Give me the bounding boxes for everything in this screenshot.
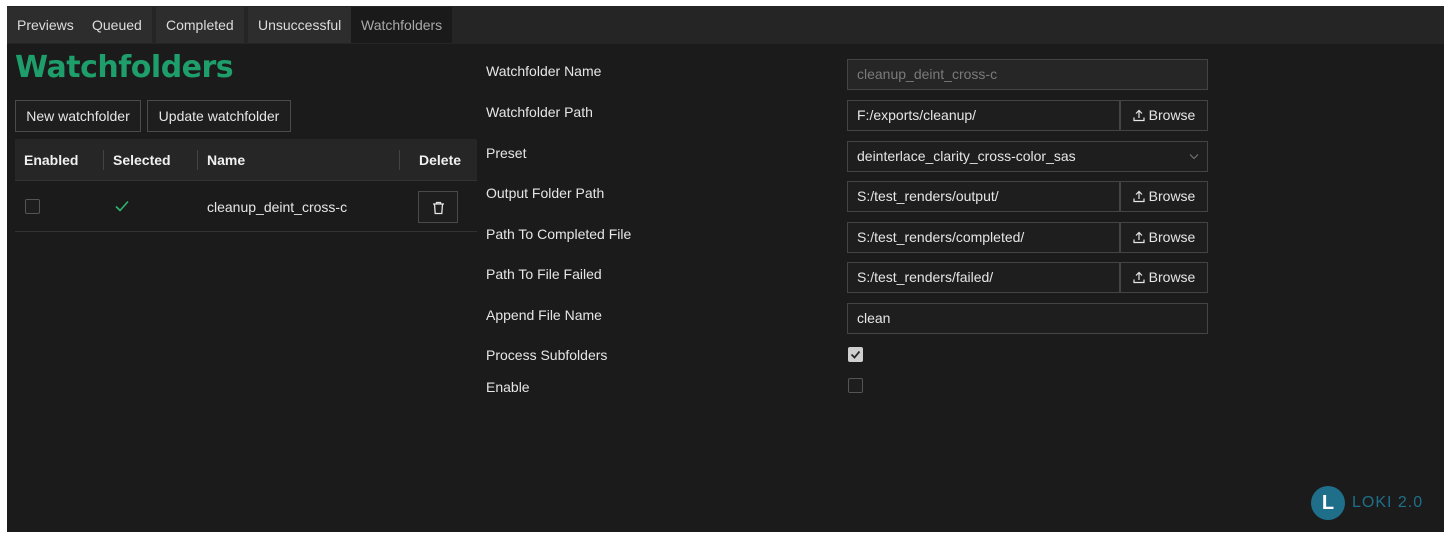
tab-bar: Previews Queued Completed Unsuccessful W… xyxy=(7,6,1444,44)
delete-button[interactable] xyxy=(418,191,458,223)
watchfolder-path-field[interactable]: F:/exports/cleanup/ xyxy=(847,100,1120,131)
check-icon xyxy=(114,197,130,215)
column-divider xyxy=(197,150,198,170)
preset-value: deinterlace_clarity_cross-color_sas xyxy=(857,148,1076,164)
table-row[interactable]: cleanup_deint_cross-c xyxy=(15,182,477,232)
browse-label: Browse xyxy=(1148,107,1196,123)
app-window: Previews Queued Completed Unsuccessful W… xyxy=(7,6,1444,532)
output-folder-label: Output Folder Path xyxy=(486,185,605,201)
tab-watchfolders[interactable]: Watchfolders xyxy=(351,7,453,43)
page-title: Watchfolders xyxy=(15,50,234,85)
completed-path-field[interactable]: S:/test_renders/completed/ xyxy=(847,222,1120,253)
tab-queued[interactable]: Queued xyxy=(82,7,152,43)
enable-checkbox[interactable] xyxy=(848,378,863,393)
failed-path-field[interactable]: S:/test_renders/failed/ xyxy=(847,262,1120,293)
update-watchfolder-button[interactable]: Update watchfolder xyxy=(147,100,291,132)
upload-icon xyxy=(1133,190,1145,203)
column-divider xyxy=(103,150,104,170)
watchfolder-path-browse-button[interactable]: Browse xyxy=(1120,100,1208,131)
failed-path-browse-button[interactable]: Browse xyxy=(1120,262,1208,293)
logo-mark: L xyxy=(1311,486,1345,520)
tab-previews[interactable]: Previews xyxy=(7,7,84,43)
column-divider xyxy=(399,150,400,170)
chevron-down-icon xyxy=(1189,154,1199,160)
completed-path-label: Path To Completed File xyxy=(486,226,632,242)
new-watchfolder-button[interactable]: New watchfolder xyxy=(15,100,141,132)
column-header-delete: Delete xyxy=(419,152,462,168)
browse-label: Browse xyxy=(1148,188,1196,204)
logo-text: LOKI 2.0 xyxy=(1352,494,1424,511)
row-name: cleanup_deint_cross-c xyxy=(207,199,348,215)
preset-select[interactable]: deinterlace_clarity_cross-color_sas xyxy=(847,141,1208,172)
preset-label: Preset xyxy=(486,145,527,161)
process-subfolders-checkbox[interactable] xyxy=(848,347,863,362)
column-header-enabled: Enabled xyxy=(24,152,79,168)
completed-path-browse-button[interactable]: Browse xyxy=(1120,222,1208,253)
row-enabled-checkbox[interactable] xyxy=(25,199,40,214)
column-header-selected: Selected xyxy=(113,152,171,168)
enable-label: Enable xyxy=(486,379,530,395)
upload-icon xyxy=(1133,109,1145,122)
trash-icon xyxy=(433,201,444,215)
watchfolder-path-label: Watchfolder Path xyxy=(486,104,593,120)
column-header-name: Name xyxy=(207,152,246,168)
upload-icon xyxy=(1133,271,1145,284)
watchfolder-name-field: cleanup_deint_cross-c xyxy=(847,59,1208,90)
table-header: Enabled Selected Name Delete xyxy=(15,139,477,181)
watchfolder-name-label: Watchfolder Name xyxy=(486,63,602,79)
process-subfolders-label: Process Subfolders xyxy=(486,347,608,363)
output-folder-field[interactable]: S:/test_renders/output/ xyxy=(847,181,1120,212)
append-file-name-label: Append File Name xyxy=(486,307,602,323)
upload-icon xyxy=(1133,231,1145,244)
browse-label: Browse xyxy=(1148,229,1196,245)
append-file-name-field[interactable]: clean xyxy=(847,303,1208,334)
browse-label: Browse xyxy=(1148,269,1196,285)
failed-path-label: Path To File Failed xyxy=(486,266,602,282)
output-folder-browse-button[interactable]: Browse xyxy=(1120,181,1208,212)
tab-unsuccessful[interactable]: Unsuccessful xyxy=(248,7,352,43)
check-icon xyxy=(850,350,861,359)
tab-completed[interactable]: Completed xyxy=(156,7,244,43)
